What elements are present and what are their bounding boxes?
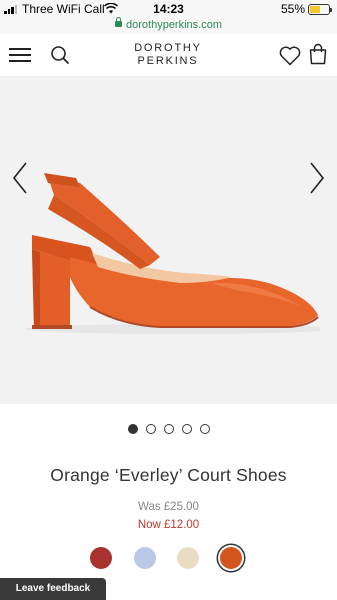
price-was: Was £25.00 [138, 501, 199, 513]
colour-swatch-4[interactable] [220, 547, 242, 569]
browser-url-bar[interactable]: dorothyperkins.com [0, 17, 337, 34]
site-header: DOROTHY PERKINS [0, 34, 337, 77]
status-bar: Three WiFi Call 14:23 55% [0, 0, 337, 18]
battery-percent: 55% [280, 2, 305, 16]
battery-icon [308, 4, 332, 15]
price-now: Now £12.00 [137, 519, 200, 531]
brand-name-line2: PERKINS [137, 55, 199, 67]
menu-icon[interactable] [9, 47, 31, 63]
url-text: dorothyperkins.com [126, 19, 222, 31]
gallery-dot-2[interactable] [145, 424, 156, 434]
search-icon[interactable] [50, 45, 70, 65]
product-title: Orange ‘Everley’ Court Shoes [50, 465, 287, 485]
product-gallery[interactable] [0, 77, 337, 404]
orange-slingback-shoe-image [25, 173, 320, 334]
gallery-pagination [0, 424, 337, 436]
colour-swatches [0, 547, 337, 571]
battery-level-fill [310, 6, 320, 13]
lock-icon [115, 17, 122, 27]
brand-logo[interactable]: DOROTHY PERKINS [118, 42, 218, 68]
leave-feedback-button[interactable]: Leave feedback [0, 578, 106, 600]
shopping-bag-icon[interactable] [309, 43, 327, 65]
colour-swatch-1[interactable] [90, 547, 112, 569]
gallery-dot-3[interactable] [163, 424, 174, 434]
gallery-dot-1[interactable] [127, 424, 138, 434]
brand-name-line1: DOROTHY [134, 42, 202, 54]
colour-swatch-3[interactable] [177, 547, 199, 569]
colour-swatch-2[interactable] [134, 547, 156, 569]
gallery-dot-4[interactable] [181, 424, 192, 434]
gallery-dot-5[interactable] [199, 424, 210, 434]
wishlist-heart-icon[interactable] [279, 45, 301, 66]
